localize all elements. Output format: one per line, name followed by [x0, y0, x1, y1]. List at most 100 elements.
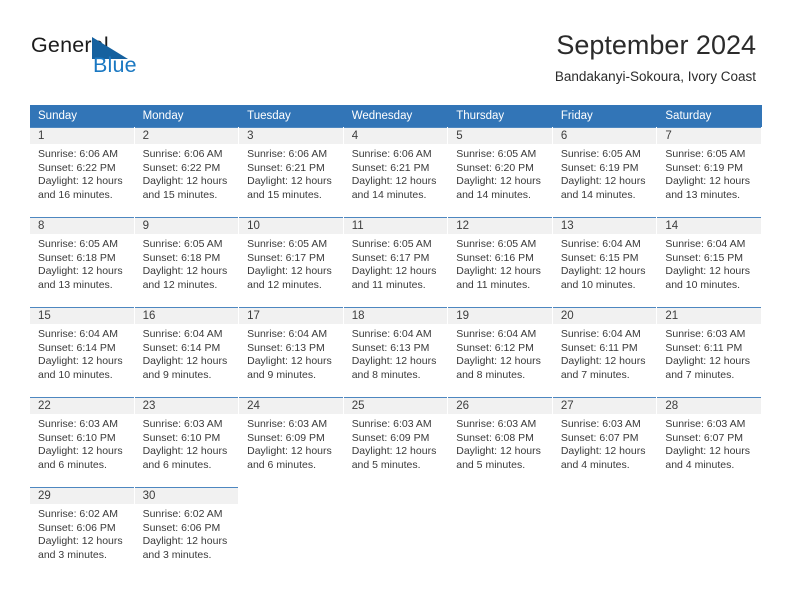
day-number: 2	[134, 127, 239, 144]
calendar-day-cell[interactable]: 13 Sunrise: 6:04 AM Sunset: 6:15 PM Dayligh…	[552, 217, 658, 307]
sunrise-time: Sunrise: 6:06 AM	[142, 148, 223, 160]
calendar-day-cell[interactable]: 21 Sunrise: 6:03 AM Sunset: 6:11 PM Dayligh…	[657, 307, 762, 397]
day-number: 18	[343, 307, 448, 324]
calendar-day-cell[interactable]: 9 Sunrise: 6:05 AM Sunset: 6:18 PM Daylight…	[134, 217, 240, 307]
weekday-header-monday: Monday	[142, 110, 184, 122]
calendar-day-cell[interactable]: 2 Sunrise: 6:06 AM Sunset: 6:22 PM Daylight…	[134, 127, 240, 217]
calendar-day-cell[interactable]: 17 Sunrise: 6:04 AM Sunset: 6:13 PM Dayligh…	[239, 307, 344, 397]
sunrise-time: Sunrise: 6:05 AM	[38, 238, 118, 250]
day-details: Sunrise: 6:06 AM Sunset: 6:21 PM Daylight:…	[344, 144, 449, 202]
calendar-day-cell[interactable]: 11 Sunrise: 6:05 AM Sunset: 6:17 PM Dayligh…	[343, 217, 449, 307]
daylight-duration-line2: and 15 minutes.	[247, 188, 322, 201]
sunset-time: Sunset: 6:11 PM	[560, 341, 638, 354]
calendar-day-cell[interactable]: 25 Sunrise: 6:03 AM Sunset: 6:09 PM Dayligh…	[343, 397, 449, 487]
calendar-day-cell[interactable]: 8 Sunrise: 6:05 AM Sunset: 6:18 PM Daylight…	[30, 217, 135, 307]
day-details: Sunrise: 6:03 AM Sunset: 6:07 PM Daylight:…	[657, 414, 762, 472]
day-details: Sunrise: 6:03 AM Sunset: 6:08 PM Daylight:…	[448, 414, 553, 472]
daylight-duration-line2: and 10 minutes.	[665, 278, 741, 291]
day-details: Sunrise: 6:04 AM Sunset: 6:13 PM Daylight:…	[344, 324, 449, 382]
calendar-day-cell[interactable]: 15 Sunrise: 6:04 AM Sunset: 6:14 PM Dayligh…	[30, 307, 135, 397]
daylight-duration-line1: Daylight: 12 hours	[351, 355, 437, 368]
daylight-duration-line2: and 7 minutes.	[560, 368, 630, 381]
calendar-day-cell[interactable]: 27 Sunrise: 6:03 AM Sunset: 6:07 PM Dayligh…	[552, 397, 658, 487]
calendar-day-cell[interactable]: 3 Sunrise: 6:06 AM Sunset: 6:21 PM Daylight…	[239, 127, 344, 217]
daylight-duration-line2: and 8 minutes.	[456, 368, 526, 381]
day-number: 10	[239, 217, 343, 234]
daylight-duration-line1: Daylight: 12 hours	[38, 535, 123, 548]
day-details: Sunrise: 6:05 AM Sunset: 6:20 PM Daylight:…	[448, 144, 553, 202]
day-details: Sunrise: 6:04 AM Sunset: 6:12 PM Daylight:…	[448, 324, 553, 382]
day-details: Sunrise: 6:06 AM Sunset: 6:21 PM Daylight:…	[239, 144, 344, 202]
calendar-week-row: 22 Sunrise: 6:03 AM Sunset: 6:10 PM Dayligh…	[30, 397, 762, 487]
calendar-day-cell[interactable]: 1 Sunrise: 6:06 AM Sunset: 6:22 PM Daylight…	[30, 127, 135, 217]
daylight-duration-line1: Daylight: 12 hours	[142, 175, 228, 188]
sunrise-time: Sunrise: 6:04 AM	[142, 328, 223, 340]
calendar-day-cell[interactable]: 26 Sunrise: 6:03 AM Sunset: 6:08 PM Dayligh…	[448, 397, 553, 487]
calendar-weeks: 1 Sunrise: 6:06 AM Sunset: 6:22 PM Daylight…	[30, 127, 762, 577]
daylight-duration-line2: and 14 minutes.	[351, 188, 427, 201]
daylight-duration-line2: and 12 minutes.	[142, 278, 218, 291]
calendar-day-cell[interactable]: 16 Sunrise: 6:04 AM Sunset: 6:14 PM Dayligh…	[134, 307, 240, 397]
daylight-duration-line1: Daylight: 12 hours	[456, 175, 541, 188]
calendar-day-cell[interactable]: 12 Sunrise: 6:05 AM Sunset: 6:16 PM Dayligh…	[448, 217, 553, 307]
day-details	[657, 504, 762, 508]
day-number: 16	[134, 307, 239, 324]
day-number: 29	[30, 487, 134, 504]
sunset-time: Sunset: 6:18 PM	[38, 251, 116, 264]
calendar-day-cell[interactable]: 18 Sunrise: 6:04 AM Sunset: 6:13 PM Dayligh…	[343, 307, 449, 397]
sunset-time: Sunset: 6:10 PM	[38, 431, 116, 444]
calendar-day-cell[interactable]: 20 Sunrise: 6:04 AM Sunset: 6:11 PM Dayligh…	[552, 307, 658, 397]
day-number: 22	[30, 397, 134, 414]
sunset-time: Sunset: 6:11 PM	[665, 341, 743, 354]
sunset-time: Sunset: 6:09 PM	[351, 431, 430, 444]
calendar-day-cell[interactable]: 22 Sunrise: 6:03 AM Sunset: 6:10 PM Dayligh…	[30, 397, 135, 487]
calendar-day-cell[interactable]: 29 Sunrise: 6:02 AM Sunset: 6:06 PM Dayligh…	[30, 487, 135, 577]
calendar-day-cell[interactable]: 4 Sunrise: 6:06 AM Sunset: 6:21 PM Daylight…	[343, 127, 449, 217]
sunset-time: Sunset: 6:19 PM	[665, 161, 744, 174]
calendar-day-cell[interactable]: 7 Sunrise: 6:05 AM Sunset: 6:19 PM Daylight…	[657, 127, 762, 217]
daylight-duration-line2: and 10 minutes.	[38, 368, 113, 381]
daylight-duration-line1: Daylight: 12 hours	[38, 265, 123, 278]
daylight-duration-line2: and 10 minutes.	[560, 278, 636, 291]
calendar-day-cell[interactable]: 10 Sunrise: 6:05 AM Sunset: 6:17 PM Dayligh…	[239, 217, 344, 307]
day-number: 9	[134, 217, 239, 234]
day-number: 24	[239, 397, 343, 414]
day-details: Sunrise: 6:05 AM Sunset: 6:19 PM Daylight:…	[553, 144, 658, 202]
calendar-day-cell[interactable]: 19 Sunrise: 6:04 AM Sunset: 6:12 PM Dayligh…	[448, 307, 553, 397]
calendar-day-cell[interactable]: 24 Sunrise: 6:03 AM Sunset: 6:09 PM Dayligh…	[239, 397, 344, 487]
calendar-day-cell[interactable]: 14 Sunrise: 6:04 AM Sunset: 6:15 PM Dayligh…	[657, 217, 762, 307]
calendar-day-cell[interactable]: 23 Sunrise: 6:03 AM Sunset: 6:10 PM Dayligh…	[134, 397, 240, 487]
daylight-duration-line1: Daylight: 12 hours	[665, 355, 751, 368]
sunset-time: Sunset: 6:07 PM	[560, 431, 639, 444]
day-details: Sunrise: 6:04 AM Sunset: 6:15 PM Daylight:…	[553, 234, 658, 292]
daylight-duration-line1: Daylight: 12 hours	[142, 265, 228, 278]
day-number: 7	[657, 127, 761, 144]
sunset-time: Sunset: 6:21 PM	[247, 161, 325, 174]
sunrise-time: Sunrise: 6:06 AM	[247, 148, 328, 160]
calendar-day-cell[interactable]: 28 Sunrise: 6:03 AM Sunset: 6:07 PM Dayligh…	[657, 397, 762, 487]
calendar-day-cell[interactable]: 6 Sunrise: 6:05 AM Sunset: 6:19 PM Daylight…	[552, 127, 658, 217]
daylight-duration-line2: and 6 minutes.	[38, 458, 107, 471]
calendar-day-cell[interactable]: 30 Sunrise: 6:02 AM Sunset: 6:06 PM Dayligh…	[134, 487, 240, 577]
day-number: 27	[552, 397, 657, 414]
day-number: 4	[343, 127, 448, 144]
general-blue-logo[interactable]: General Blue	[31, 33, 221, 83]
sunrise-time: Sunrise: 6:04 AM	[456, 328, 537, 340]
sunrise-time: Sunrise: 6:06 AM	[351, 148, 432, 160]
sunrise-time: Sunrise: 6:05 AM	[351, 238, 432, 250]
calendar-day-cell-empty	[657, 487, 762, 577]
sunrise-time: Sunrise: 6:03 AM	[665, 328, 746, 340]
sunset-time: Sunset: 6:17 PM	[351, 251, 430, 264]
sunrise-time: Sunrise: 6:04 AM	[560, 328, 641, 340]
daylight-duration-line1: Daylight: 12 hours	[38, 175, 123, 188]
weekday-header-sunday: Sunday	[38, 110, 78, 122]
day-number: 8	[30, 217, 134, 234]
daylight-duration-line2: and 6 minutes.	[247, 458, 317, 471]
daylight-duration-line2: and 7 minutes.	[665, 368, 735, 381]
calendar-day-cell[interactable]: 5 Sunrise: 6:05 AM Sunset: 6:20 PM Daylight…	[448, 127, 553, 217]
day-number: 5	[448, 127, 552, 144]
daylight-duration-line1: Daylight: 12 hours	[351, 445, 437, 458]
daylight-duration-line2: and 3 minutes.	[142, 548, 212, 561]
sunset-time: Sunset: 6:13 PM	[351, 341, 430, 354]
day-details: Sunrise: 6:05 AM Sunset: 6:17 PM Daylight:…	[344, 234, 449, 292]
